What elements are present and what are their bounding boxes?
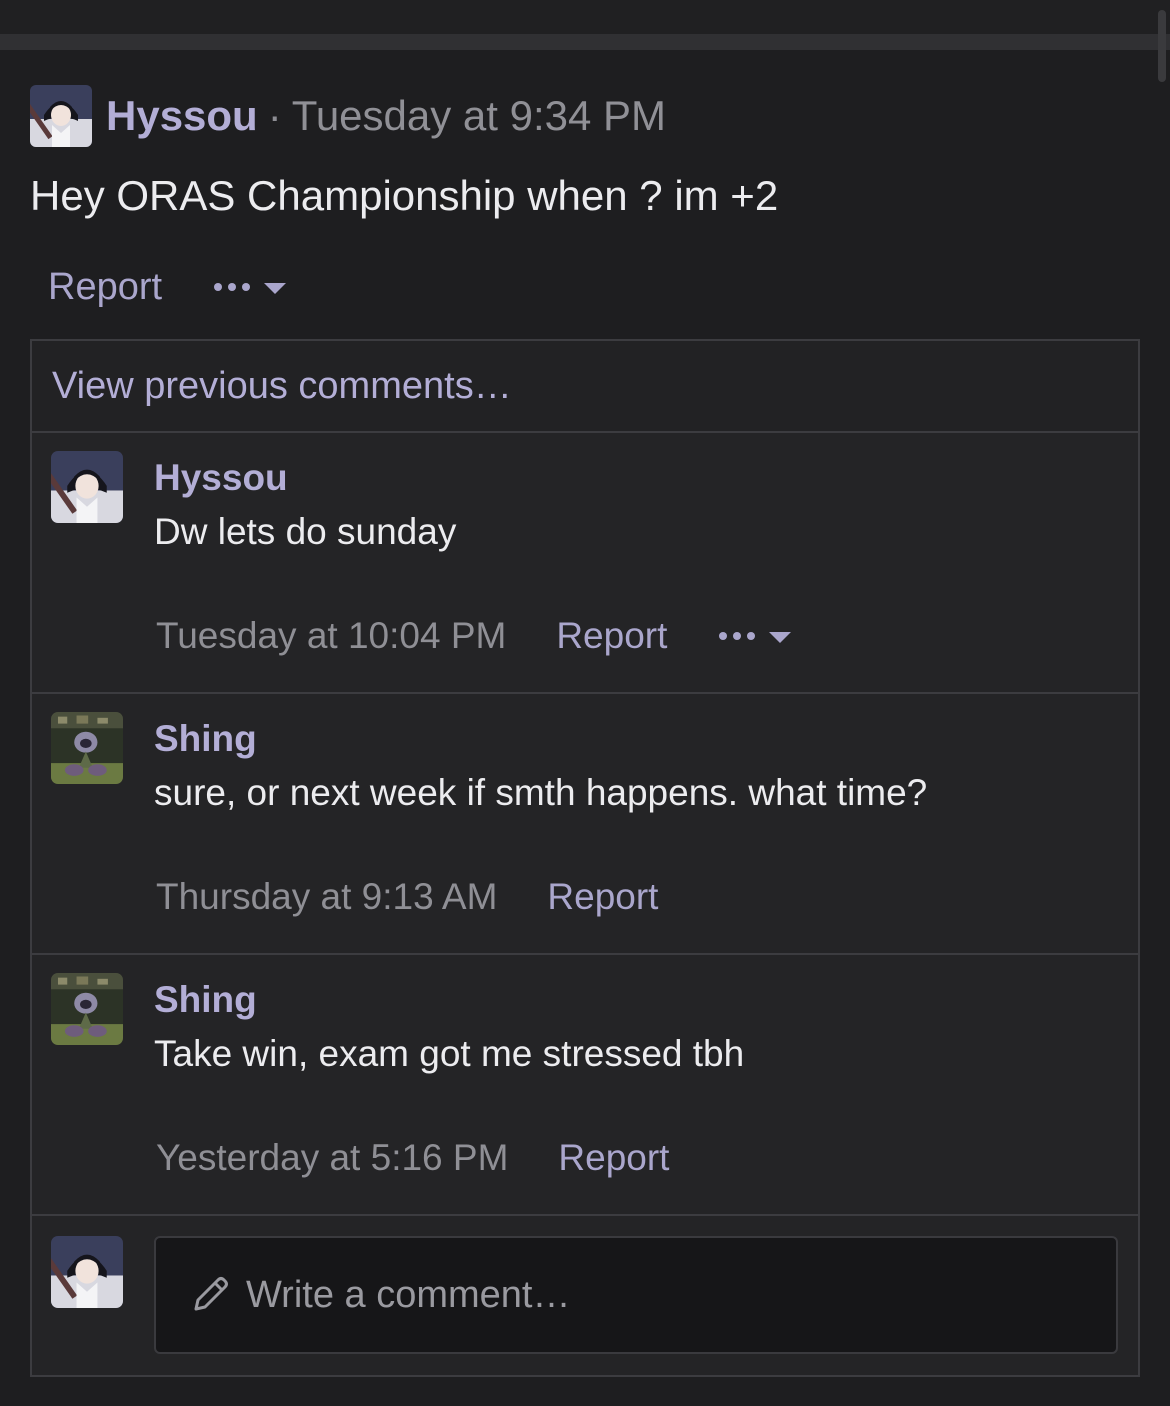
more-options-icon[interactable] xyxy=(214,281,287,294)
write-comment-placeholder: Write a comment… xyxy=(246,1273,571,1316)
post-body: Hey ORAS Championship when ? im +2 xyxy=(30,172,779,219)
section-divider xyxy=(0,34,1170,50)
report-button[interactable]: Report xyxy=(556,615,667,657)
comment-item: Shing sure, or next week if smth happens… xyxy=(32,694,1138,955)
shing-avatar-icon[interactable] xyxy=(51,712,123,784)
comment-text: sure, or next week if smth happens. what… xyxy=(154,772,928,813)
write-comment-row: Write a comment… xyxy=(32,1216,1138,1372)
comment-author[interactable]: Shing xyxy=(154,718,257,760)
scrollbar[interactable] xyxy=(1158,10,1166,82)
post-timestamp[interactable]: Tuesday at 9:34 PM xyxy=(292,92,666,140)
write-comment-input[interactable]: Write a comment… xyxy=(154,1236,1118,1354)
comment-author[interactable]: Shing xyxy=(154,979,257,1021)
comment-item: Hyssou Dw lets do sunday Tuesday at 10:0… xyxy=(32,433,1138,694)
comment-text: Dw lets do sunday xyxy=(154,511,457,552)
chevron-down-icon xyxy=(264,282,287,294)
view-previous-comments-link[interactable]: View previous comments… xyxy=(32,341,1138,433)
comment-meta: Thursday at 9:13 AM Report xyxy=(156,874,658,920)
report-button[interactable]: Report xyxy=(547,876,658,918)
previous-content-strip xyxy=(0,0,1170,34)
post-author[interactable]: Hyssou xyxy=(106,92,258,140)
report-button[interactable]: Report xyxy=(48,266,162,309)
comment-meta: Tuesday at 10:04 PM Report xyxy=(156,613,792,659)
shing-avatar-icon[interactable] xyxy=(51,973,123,1045)
post-header: Hyssou · Tuesday at 9:34 PM xyxy=(30,84,666,148)
report-button[interactable]: Report xyxy=(558,1137,669,1179)
chevron-down-icon xyxy=(769,631,792,643)
hyssou-avatar-icon xyxy=(51,1236,123,1308)
comment-meta: Yesterday at 5:16 PM Report xyxy=(156,1135,669,1181)
comment-timestamp[interactable]: Tuesday at 10:04 PM xyxy=(156,615,506,657)
hyssou-avatar-icon[interactable] xyxy=(30,85,92,147)
comments-section: View previous comments… Hyssou Dw lets d… xyxy=(30,339,1140,1377)
comment-timestamp[interactable]: Yesterday at 5:16 PM xyxy=(156,1137,508,1179)
comment-item: Shing Take win, exam got me stressed tbh… xyxy=(32,955,1138,1216)
comment-author[interactable]: Hyssou xyxy=(154,457,288,499)
comment-text: Take win, exam got me stressed tbh xyxy=(154,1033,745,1074)
more-options-icon[interactable] xyxy=(719,630,792,643)
thread-page: Hyssou · Tuesday at 9:34 PM Hey ORAS Cha… xyxy=(0,0,1170,1406)
pencil-icon xyxy=(194,1277,228,1311)
hyssou-avatar-icon[interactable] xyxy=(51,451,123,523)
comment-timestamp[interactable]: Thursday at 9:13 AM xyxy=(156,876,497,918)
separator-dot: · xyxy=(267,92,282,139)
post-actions: Report xyxy=(48,262,287,312)
